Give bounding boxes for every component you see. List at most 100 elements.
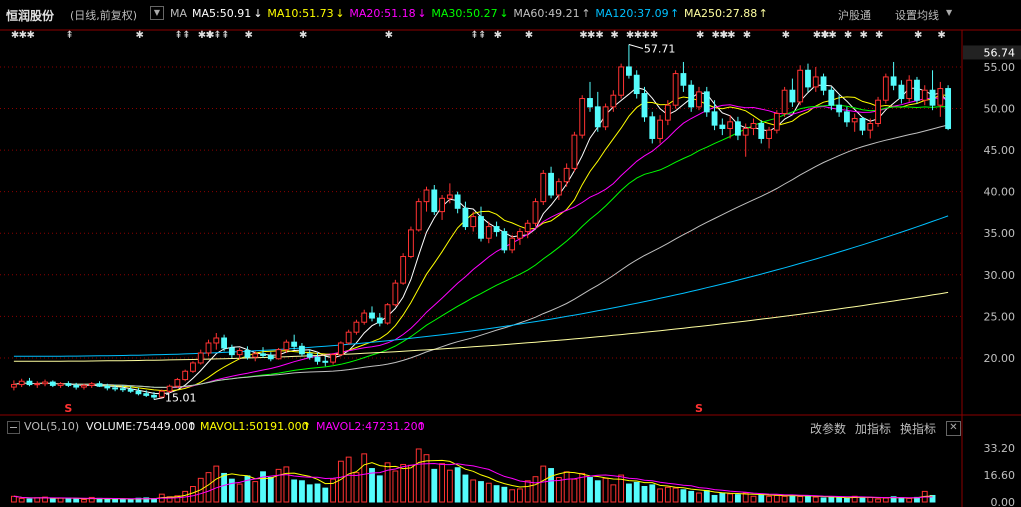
volume-bar [649,484,656,503]
candle-body [649,116,656,139]
volume-bar [750,495,757,503]
volume-bar [555,477,562,503]
volume-bar [836,497,843,503]
candle-body [750,122,757,129]
candle-body [49,381,56,386]
price-tick-label: 30.00 [984,269,1016,282]
volume-bar [228,478,235,503]
candle-body [719,124,726,129]
candle-body [291,341,298,347]
candle-body [462,207,469,228]
candle-body [555,181,562,196]
candle-body [664,104,671,121]
volume-bar [805,495,811,503]
candle-body [571,134,578,169]
signal-marker: ✱ [914,30,922,41]
signal-marker: ✱✱ [641,30,658,41]
volume-bar [57,497,64,503]
candle-body [158,390,165,398]
candle-body [330,354,336,363]
volume-bar [267,477,274,503]
volume-bar [719,492,726,503]
volume-bar [789,494,796,503]
change-params-button[interactable]: 改参数 [810,420,846,437]
candle-body [392,282,399,306]
volume-bar [283,466,290,503]
candle-body [34,383,41,386]
volume-bar [446,469,453,503]
candle-body [851,117,858,123]
candle-body [478,216,484,239]
volume-bar [190,486,196,503]
volume-bar [306,484,313,503]
candle-body [610,94,617,108]
candle-body [657,119,663,139]
volume-arrow-icon: ↑ [187,420,197,433]
candle-body [81,384,87,388]
add-indicator-button[interactable]: 加指标 [855,420,891,437]
candle-body [415,201,422,231]
candle-body [275,349,282,360]
candle-body [843,111,850,123]
high-price-label: 57.71 [644,42,676,55]
mavol1-arrow-icon: ↑ [302,420,312,433]
candle-body [65,383,72,386]
volume-bar [820,497,827,503]
volume-bar [587,477,593,503]
volume-bar [470,479,477,503]
low-price-label: 15.01 [165,392,197,405]
candle-body [626,66,632,76]
volume-bar [462,474,469,503]
volume-bar [610,484,617,503]
volume-bar [376,475,383,503]
volume-bar [882,497,889,503]
candle-body [929,89,936,106]
candle-body [299,345,305,355]
mavol1-value: MAVOL1:50191.000 [200,420,309,433]
volume-bar [664,486,671,503]
candle-body [384,304,391,324]
candle-body [797,69,804,103]
volume-bar [431,468,438,503]
volume-bar [633,481,640,503]
price-tick-label: 50.00 [984,103,1016,116]
candle-body [579,98,586,136]
volume-bar [26,498,33,503]
mavol2-arrow-icon: ↑ [417,420,427,433]
candle-body [10,384,17,388]
switch-indicator-button[interactable]: 换指标 [900,420,936,437]
volume-bar [797,495,804,503]
ma-line-MA250 [13,291,949,362]
candle-body [812,76,819,88]
candle-body [734,121,741,136]
candle-body [135,390,142,395]
volume-tick-label: 33.20 [984,442,1016,455]
volume-bar [734,494,741,503]
candle-body [509,237,516,251]
sell-signal-icon: S [695,402,703,415]
signal-marker: ✱ [696,30,704,41]
volume-bar [867,496,874,503]
signal-marker: ✱ [875,30,883,41]
volume-bar [345,456,352,503]
close-icon[interactable]: ✕ [946,421,961,436]
candle-body [882,76,889,101]
candle-body [314,356,321,362]
candle-body [742,127,749,136]
volume-bar [828,496,835,503]
candle-body [914,79,920,101]
volume-bar [415,448,422,503]
volume-bar [275,468,282,503]
volume-bar [727,493,734,503]
volume-bar [119,498,126,503]
candle-body [485,226,492,239]
signal-marker: ✱ [937,30,945,41]
volume-indicator-name[interactable]: VOL(5,10) [24,420,79,433]
volume-bar [10,495,17,503]
candle-body [727,121,734,129]
candle-body [42,381,48,385]
candle-body [711,111,718,126]
volume-bar [758,494,765,503]
candle-body [945,88,952,129]
signal-marker: ✱ [135,30,143,41]
